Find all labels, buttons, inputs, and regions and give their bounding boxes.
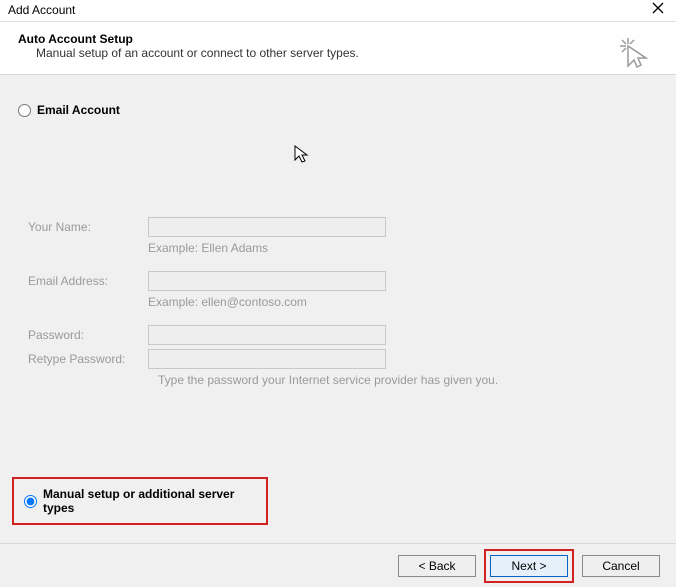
retype-password-label: Retype Password: — [28, 352, 148, 366]
your-name-hint: Example: Ellen Adams — [148, 241, 658, 255]
wizard-heading: Auto Account Setup — [18, 32, 658, 46]
password-field — [148, 325, 386, 345]
manual-setup-radio[interactable] — [24, 495, 37, 508]
manual-setup-highlight: Manual setup or additional server types — [12, 477, 268, 525]
cursor-click-icon — [618, 36, 654, 72]
back-button[interactable]: < Back — [398, 555, 476, 577]
titlebar: Add Account — [0, 0, 676, 22]
next-button-highlight: Next > — [484, 549, 574, 583]
email-account-label: Email Account — [37, 103, 120, 117]
email-account-radio[interactable] — [18, 104, 31, 117]
email-address-field — [148, 271, 386, 291]
close-icon[interactable] — [646, 2, 670, 17]
your-name-label: Your Name: — [28, 220, 148, 234]
your-name-field — [148, 217, 386, 237]
manual-setup-label: Manual setup or additional server types — [43, 487, 256, 515]
account-form: Your Name: Example: Ellen Adams Email Ad… — [28, 217, 658, 387]
email-address-label: Email Address: — [28, 274, 148, 288]
wizard-header: Auto Account Setup Manual setup of an ac… — [0, 22, 676, 75]
password-hint: Type the password your Internet service … — [158, 373, 658, 387]
window-title: Add Account — [8, 3, 75, 17]
retype-password-field — [148, 349, 386, 369]
wizard-subheading: Manual setup of an account or connect to… — [36, 46, 658, 60]
manual-setup-option[interactable]: Manual setup or additional server types — [24, 487, 256, 515]
mouse-pointer-icon — [294, 145, 310, 165]
email-address-hint: Example: ellen@contoso.com — [148, 295, 658, 309]
cancel-button[interactable]: Cancel — [582, 555, 660, 577]
wizard-content: Email Account Your Name: Example: Ellen … — [0, 75, 676, 543]
email-account-option[interactable]: Email Account — [18, 103, 658, 117]
password-label: Password: — [28, 328, 148, 342]
next-button[interactable]: Next > — [490, 555, 568, 577]
wizard-footer: < Back Next > Cancel — [0, 543, 676, 587]
